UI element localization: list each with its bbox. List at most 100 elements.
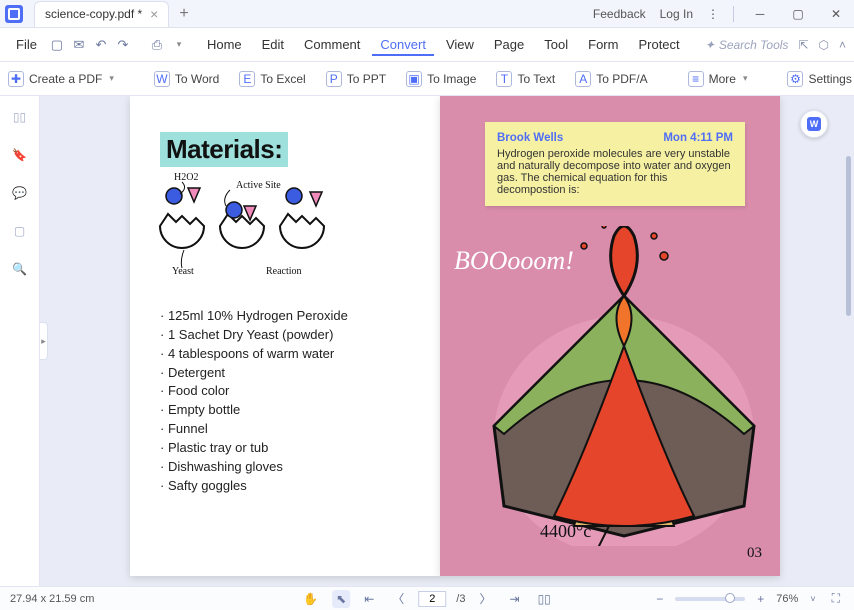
- share-icon[interactable]: ⇱: [798, 38, 808, 52]
- chevron-down-icon: ▾: [109, 73, 114, 84]
- select-tool-icon[interactable]: ⬉: [332, 590, 350, 608]
- materials-list: 125ml 10% Hydrogen Peroxide 1 Sachet Dry…: [160, 307, 410, 495]
- menu-tool[interactable]: Tool: [536, 33, 576, 56]
- zoom-out-icon[interactable]: −: [652, 590, 667, 608]
- to-excel-button[interactable]: ETo Excel: [239, 71, 305, 87]
- next-page-icon[interactable]: 〉: [475, 588, 495, 609]
- reaction-label: Reaction: [266, 266, 302, 277]
- comments-icon[interactable]: 💬: [9, 182, 31, 204]
- login-link[interactable]: Log In: [660, 7, 693, 21]
- close-icon[interactable]: ×: [150, 7, 158, 21]
- more-icon: ≡: [688, 71, 704, 87]
- note-time: Mon 4:11 PM: [663, 132, 733, 144]
- bookmarks-icon[interactable]: 🔖: [9, 144, 31, 166]
- search-tools[interactable]: ✦ Search Tools: [705, 38, 789, 52]
- title-bar: science-copy.pdf * × + Feedback Log In ⋮…: [0, 0, 854, 28]
- text-icon: T: [496, 71, 512, 87]
- print-dropdown-icon[interactable]: ▾: [171, 37, 187, 53]
- save-icon[interactable]: ▢: [49, 37, 65, 53]
- fullscreen-icon[interactable]: ⛶: [828, 589, 844, 608]
- ppt-icon: P: [326, 71, 342, 87]
- thumbnails-icon[interactable]: ▯▯: [9, 106, 31, 128]
- list-item: 1 Sachet Dry Yeast (powder): [160, 326, 410, 345]
- to-word-button[interactable]: WTo Word: [154, 71, 219, 87]
- page-number-input[interactable]: [418, 591, 446, 607]
- list-item: 125ml 10% Hydrogen Peroxide: [160, 307, 410, 326]
- new-tab-button[interactable]: +: [179, 5, 188, 23]
- word-icon: W: [154, 71, 170, 87]
- close-window-icon[interactable]: ✕: [824, 2, 848, 26]
- hand-tool-icon[interactable]: ✋: [299, 590, 322, 608]
- zoom-percent: 76%: [776, 593, 798, 605]
- feedback-link[interactable]: Feedback: [593, 7, 646, 21]
- to-ppt-button[interactable]: PTo PPT: [326, 71, 386, 87]
- active-site-label: Active Site: [236, 180, 281, 191]
- maximize-icon[interactable]: ▢: [786, 2, 810, 26]
- to-text-button[interactable]: TTo Text: [496, 71, 555, 87]
- search-icon[interactable]: 🔍: [9, 258, 31, 280]
- sticky-note[interactable]: Brook Wells Mon 4:11 PM Hydrogen peroxid…: [485, 122, 745, 206]
- create-pdf-icon: ✚: [8, 71, 24, 87]
- menu-convert[interactable]: Convert: [372, 33, 434, 56]
- vertical-scrollbar[interactable]: [846, 156, 851, 316]
- status-bar: 27.94 x 21.59 cm ✋ ⬉ ⇤ 〈 /3 〉 ⇥ ▯▯ − + 7…: [0, 586, 854, 610]
- divider: [733, 6, 734, 22]
- view-mode-icon[interactable]: ▯▯: [534, 590, 555, 608]
- menu-home[interactable]: Home: [199, 33, 250, 56]
- to-image-button[interactable]: ▣To Image: [406, 71, 476, 87]
- h2o2-label: H2O2: [174, 172, 198, 183]
- undo-icon[interactable]: ↶: [93, 37, 109, 53]
- file-menu[interactable]: File: [8, 33, 45, 56]
- menu-form[interactable]: Form: [580, 33, 626, 56]
- excel-icon: E: [239, 71, 255, 87]
- print-icon[interactable]: ⎙: [149, 37, 165, 53]
- first-page-icon[interactable]: ⇤: [360, 590, 378, 608]
- page-dimensions: 27.94 x 21.59 cm: [10, 593, 94, 605]
- minimize-icon[interactable]: ─: [748, 2, 772, 26]
- image-icon: ▣: [406, 71, 422, 87]
- attachments-icon[interactable]: ▢: [9, 220, 31, 242]
- menu-edit[interactable]: Edit: [254, 33, 292, 56]
- zoom-slider[interactable]: [675, 597, 745, 601]
- document-tab[interactable]: science-copy.pdf * ×: [34, 1, 169, 27]
- list-item: Dishwashing gloves: [160, 458, 410, 477]
- app-icon: [0, 0, 28, 28]
- redo-icon[interactable]: ↷: [115, 37, 131, 53]
- list-item: Safty goggles: [160, 477, 410, 496]
- yeast-label: Yeast: [172, 266, 194, 277]
- menu-view[interactable]: View: [438, 33, 482, 56]
- collapse-ribbon-icon[interactable]: ˄: [839, 38, 846, 52]
- cloud-icon[interactable]: ⬡: [819, 38, 829, 52]
- gear-icon: ⚙: [787, 71, 803, 87]
- to-pdfa-button[interactable]: ATo PDF/A: [575, 71, 647, 87]
- toolbar: ✚Create a PDF▾ WTo Word ETo Excel PTo PP…: [0, 62, 854, 96]
- pdfa-icon: A: [575, 71, 591, 87]
- workarea[interactable]: ▸ Materials: H2O2 Active Site Yeast Reac…: [40, 96, 854, 586]
- word-badge-icon: W: [807, 117, 821, 131]
- list-item: Empty bottle: [160, 401, 410, 420]
- mail-icon[interactable]: ✉: [71, 37, 87, 53]
- enzyme-diagram: H2O2 Active Site Yeast Reaction: [144, 166, 354, 286]
- menu-comment[interactable]: Comment: [296, 33, 368, 56]
- zoom-in-icon[interactable]: +: [753, 590, 768, 608]
- kebab-menu-icon[interactable]: ⋮: [707, 7, 719, 21]
- menu-bar: File ▢ ✉ ↶ ↷ ⎙ ▾ Home Edit Comment Conve…: [0, 28, 854, 62]
- menu-protect[interactable]: Protect: [630, 33, 687, 56]
- settings-button[interactable]: ⚙Settings: [787, 71, 851, 87]
- list-item: Food color: [160, 382, 410, 401]
- zoom-thumb[interactable]: [725, 593, 735, 603]
- create-pdf-button[interactable]: ✚Create a PDF▾: [8, 71, 114, 87]
- list-item: Plastic tray or tub: [160, 439, 410, 458]
- more-button[interactable]: ≡More▾: [688, 71, 748, 87]
- temperature-label: 4400°c: [540, 521, 591, 542]
- list-item: Funnel: [160, 420, 410, 439]
- page-left: Materials: H2O2 Active Site Yeast Reacti…: [130, 96, 440, 576]
- zoom-dropdown-icon[interactable]: ˅: [806, 592, 819, 606]
- prev-page-icon[interactable]: 〈: [388, 588, 408, 609]
- sidebar-expand-handle[interactable]: ▸: [40, 322, 48, 360]
- last-page-icon[interactable]: ⇥: [506, 590, 524, 608]
- menu-page[interactable]: Page: [486, 33, 532, 56]
- floating-word-widget[interactable]: W: [800, 110, 828, 138]
- page-total: /3: [456, 593, 465, 605]
- search-placeholder: Search Tools: [719, 38, 789, 52]
